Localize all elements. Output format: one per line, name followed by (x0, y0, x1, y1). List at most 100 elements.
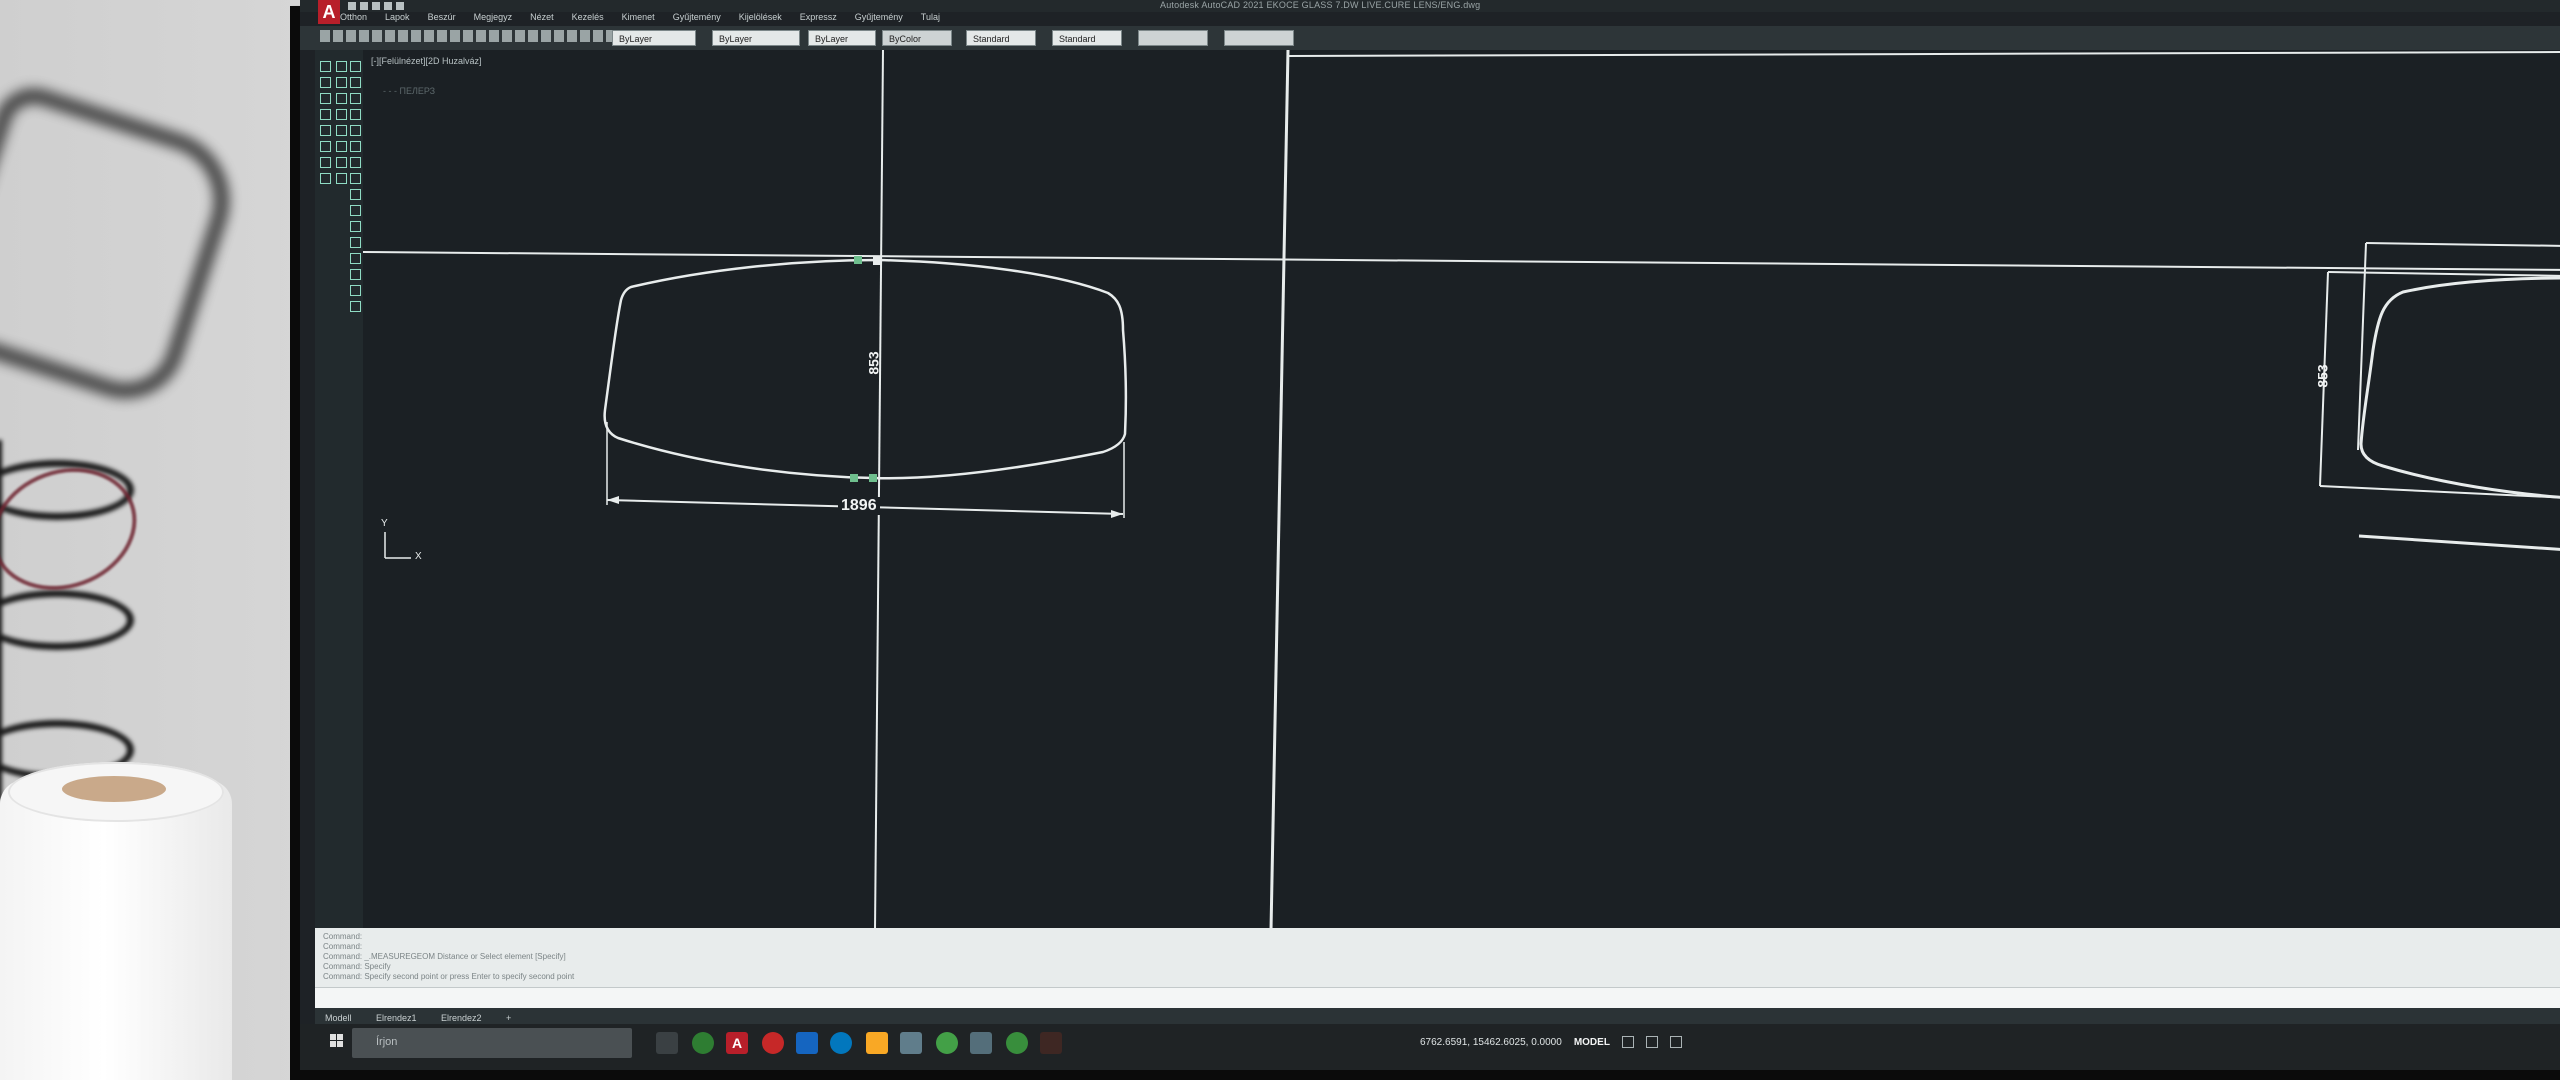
autocad-app-icon[interactable]: A (318, 0, 340, 24)
multileader-style-dropdown[interactable] (1224, 30, 1294, 46)
zoom-icon[interactable] (502, 30, 512, 42)
layer-off-icon[interactable] (411, 30, 421, 42)
command-input[interactable] (315, 987, 2560, 1008)
array-icon[interactable] (349, 124, 361, 136)
properties-icon[interactable] (528, 30, 538, 42)
grip-top[interactable] (854, 256, 862, 264)
dimension-height-text[interactable]: 853 (866, 351, 882, 374)
break-icon[interactable] (349, 236, 361, 248)
rectangle-icon[interactable] (319, 92, 331, 104)
tab-gyujtemeny[interactable]: Gyűjtemény (673, 12, 721, 26)
tab-model[interactable]: Modell (315, 1011, 362, 1025)
tab-megjegyz[interactable]: Megjegyz (474, 12, 513, 26)
chrome-secondary-icon[interactable] (936, 1032, 958, 1054)
tab-beszur[interactable]: Beszúr (428, 12, 456, 26)
tab-tulaj[interactable]: Tulaj (921, 12, 940, 26)
join-icon[interactable] (349, 252, 361, 264)
make-block-icon[interactable] (335, 124, 347, 136)
tab-gyujtemeny-2[interactable]: Gyűjtemény (855, 12, 903, 26)
color-dropdown[interactable]: ByColor (882, 30, 952, 46)
mtext-icon[interactable] (335, 172, 347, 184)
chrome-icon[interactable] (692, 1032, 714, 1054)
extend-icon[interactable] (349, 220, 361, 232)
undo-icon[interactable] (384, 2, 392, 10)
tab-kimenet[interactable]: Kimenet (622, 12, 655, 26)
layer-icon[interactable] (320, 30, 330, 42)
windows-start-icon[interactable] (330, 1034, 344, 1048)
rotate-icon[interactable] (349, 156, 361, 168)
undo-icon[interactable] (463, 30, 473, 42)
copy-object-icon[interactable] (349, 76, 361, 88)
model-space-toggle[interactable]: MODEL (1574, 1037, 1610, 1048)
lock-icon[interactable] (385, 30, 395, 42)
region-icon[interactable] (335, 156, 347, 168)
command-line[interactable]: Command: Command: Command: _.MEASUREGEOM… (315, 928, 2560, 1008)
insert-block-icon[interactable] (319, 124, 331, 136)
grip-top-center[interactable] (873, 257, 881, 265)
line-icon[interactable] (319, 60, 331, 72)
tab-expressz[interactable]: Expressz (800, 12, 837, 26)
erase-icon[interactable] (349, 60, 361, 72)
paste-icon[interactable] (450, 30, 460, 42)
tab-kezeles[interactable]: Kezelés (572, 12, 604, 26)
ellipse-icon[interactable] (335, 108, 347, 120)
sun-icon[interactable] (372, 30, 382, 42)
scale-icon[interactable] (349, 172, 361, 184)
layer-dropdown[interactable]: ByLayer (612, 30, 696, 46)
offset-icon[interactable] (349, 108, 361, 120)
dim-style-dropdown[interactable]: Standard (1052, 30, 1122, 46)
stretch-icon[interactable] (349, 188, 361, 200)
match-icon[interactable] (346, 30, 356, 42)
save-icon[interactable] (372, 2, 380, 10)
side-dimension-height-text[interactable]: 853 (2315, 364, 2331, 387)
tab-layout2[interactable]: Elrendez2 (431, 1011, 492, 1025)
edge-icon[interactable] (830, 1032, 852, 1054)
linetype-dropdown[interactable]: ByLayer (712, 30, 800, 46)
chamfer-icon[interactable] (349, 268, 361, 280)
redo-icon[interactable] (476, 30, 486, 42)
tab-kijelolesek[interactable]: Kijelölések (739, 12, 782, 26)
sheet-set-icon[interactable] (567, 30, 577, 42)
outlook-icon[interactable] (796, 1032, 818, 1054)
lineweight-dropdown[interactable]: ByLayer (808, 30, 876, 46)
tab-layout1[interactable]: Elrendez1 (366, 1011, 427, 1025)
color-icon[interactable] (398, 30, 408, 42)
task-view-icon[interactable] (656, 1032, 678, 1054)
layer-iso-icon[interactable] (424, 30, 434, 42)
lightbulb-icon[interactable] (359, 30, 369, 42)
open-icon[interactable] (360, 2, 368, 10)
explode-icon[interactable] (349, 300, 361, 312)
table-icon[interactable] (319, 172, 331, 184)
hatch-icon[interactable] (335, 140, 347, 152)
layer-state-icon[interactable] (333, 30, 343, 42)
grip-bottom[interactable] (850, 474, 858, 482)
green-app-icon[interactable] (1006, 1032, 1028, 1054)
copy-icon[interactable] (437, 30, 447, 42)
drawing-canvas[interactable] (363, 50, 2560, 930)
polygon-icon[interactable] (335, 92, 347, 104)
zoom-window-icon[interactable] (515, 30, 525, 42)
table-style-dropdown[interactable] (1138, 30, 1208, 46)
gradient-icon[interactable] (319, 156, 331, 168)
pan-icon[interactable] (489, 30, 499, 42)
lens-side-view[interactable] (2359, 276, 2560, 499)
illustrator-icon[interactable] (1040, 1032, 1062, 1054)
arc-icon[interactable] (335, 76, 347, 88)
tab-otthon[interactable]: Otthon (340, 12, 367, 26)
calc-icon[interactable] (593, 30, 603, 42)
circle-icon[interactable] (319, 76, 331, 88)
spline-icon[interactable] (319, 108, 331, 120)
chrome-profile-icon[interactable] (762, 1032, 784, 1054)
drawing-area[interactable]: [-][Felülnézet][2D Huzalváz] - - - ПЕЛЕР… (363, 50, 2560, 930)
snap-icon[interactable] (1645, 1036, 1658, 1048)
trim-icon[interactable] (349, 204, 361, 216)
calculator-icon[interactable] (970, 1032, 992, 1054)
markup-icon[interactable] (580, 30, 590, 42)
autocad-taskbar-icon[interactable]: A (726, 1032, 748, 1054)
dimension-width-text[interactable]: 1896 (838, 497, 880, 515)
grip-bottom-center[interactable] (869, 474, 877, 482)
design-center-icon[interactable] (541, 30, 551, 42)
point-icon[interactable] (319, 140, 331, 152)
grid-icon[interactable] (1621, 1036, 1634, 1048)
redo-icon[interactable] (396, 2, 404, 10)
